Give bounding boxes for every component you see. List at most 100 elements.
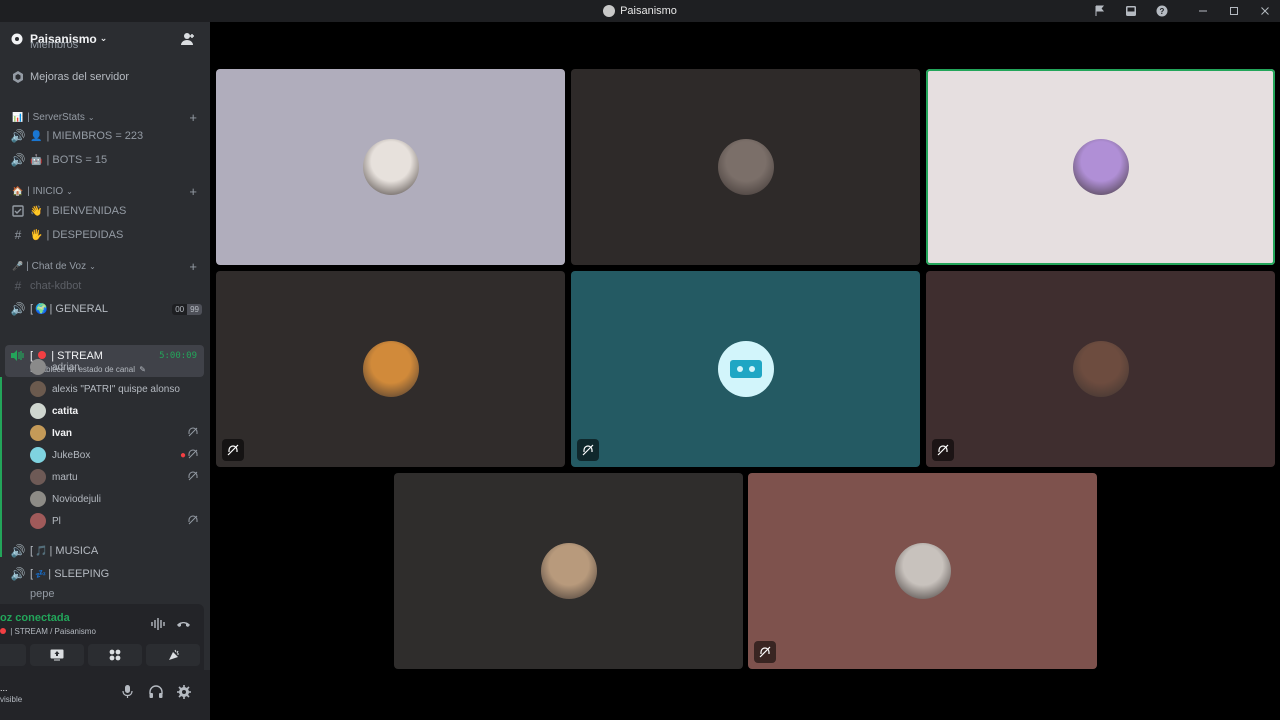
channel-miembros-clipped[interactable]: Miembros xyxy=(0,42,210,56)
hashtag-icon: # xyxy=(14,228,22,242)
boost-icon xyxy=(11,70,25,84)
person-icon: 👤 xyxy=(30,130,43,142)
participant-tile[interactable] xyxy=(571,69,920,265)
channel-miembros-count[interactable]: 🔊 👤 | MIEMBROS = 223 xyxy=(0,125,210,147)
minimize-icon[interactable] xyxy=(1187,0,1218,22)
server-icon xyxy=(603,5,616,17)
deafened-icon xyxy=(932,439,954,461)
headphones-icon[interactable] xyxy=(149,685,163,701)
channel-sidebar: Paisanismo ⌄ Miembros Mejoras del servid… xyxy=(0,22,210,720)
people-icon xyxy=(11,42,25,56)
cassette-icon xyxy=(717,341,774,397)
server-boost-item[interactable]: Mejoras del servidor xyxy=(0,66,210,88)
username[interactable]: ... xyxy=(0,683,8,693)
voice-member[interactable]: JukeBox ● xyxy=(30,445,205,465)
voice-member[interactable]: adrian xyxy=(30,357,205,377)
window-title: Paisanismo xyxy=(603,5,677,17)
zzz-icon: 💤 xyxy=(35,568,47,579)
user-limit-pill: 00 99 xyxy=(172,303,202,315)
disconnect-icon[interactable] xyxy=(176,618,191,633)
window-title-text: Paisanismo xyxy=(620,5,677,17)
flag-icon[interactable] xyxy=(1084,0,1115,22)
voice-location[interactable]: | STREAM / Paisanismo xyxy=(0,627,96,636)
add-channel-icon[interactable]: + xyxy=(189,184,197,199)
channel-label: chat-kdbot xyxy=(30,280,82,292)
screen-share-icon xyxy=(50,649,64,661)
channel-prefix: [ xyxy=(30,568,34,580)
svg-text:?: ? xyxy=(1159,7,1164,16)
microphone-icon[interactable] xyxy=(122,685,133,701)
close-icon[interactable] xyxy=(1249,0,1280,22)
participant-avatar xyxy=(362,341,419,397)
participant-avatar xyxy=(1072,139,1129,195)
voice-member[interactable]: Noviodejuli xyxy=(30,489,205,509)
channel-bienvenidas[interactable]: 👋 | BIENVENIDAS xyxy=(0,200,210,222)
channel-label: | GENERAL xyxy=(49,303,109,315)
avatar xyxy=(30,447,46,463)
channel-bots-count[interactable]: 🔊 🤖 | BOTS = 15 xyxy=(0,149,210,171)
channel-sleeping[interactable]: 🔊 [ 💤 | SLEEPING xyxy=(0,563,210,585)
participant-avatar xyxy=(1072,341,1129,397)
inbox-icon[interactable] xyxy=(1115,0,1146,22)
voice-status[interactable]: oz conectada xyxy=(0,612,70,624)
voice-member[interactable]: Pl xyxy=(30,511,205,531)
participant-tile[interactable] xyxy=(216,271,565,467)
category-inicio[interactable]: 🏠 | INICIO ⌄ + xyxy=(0,182,210,200)
maximize-icon[interactable] xyxy=(1218,0,1249,22)
screen-share-button[interactable] xyxy=(30,644,84,666)
music-note-icon: 🎵 xyxy=(35,545,48,557)
channel-label: | MUSICA xyxy=(49,545,99,557)
participant-avatar xyxy=(717,139,774,195)
globe-icon: 🌍 xyxy=(35,303,48,315)
soundboard-button[interactable] xyxy=(146,644,200,666)
voice-member[interactable]: martu xyxy=(30,467,205,487)
voice-member[interactable]: catita xyxy=(30,401,205,421)
raised-hand-icon: 🖐 xyxy=(30,229,43,241)
participant-tile[interactable] xyxy=(926,69,1275,265)
category-chat-de-voz[interactable]: 🎤 | Chat de Voz ⌄ + xyxy=(0,257,210,275)
speaker-icon: 🔊 xyxy=(10,302,26,316)
category-label: | ServerStats xyxy=(27,111,85,123)
voice-member-name: adrian xyxy=(52,361,80,373)
channel-prefix: [ xyxy=(30,303,34,315)
waving-hand-icon: 👋 xyxy=(30,205,43,217)
camera-button[interactable] xyxy=(0,644,26,666)
add-channel-icon[interactable]: + xyxy=(189,110,197,125)
participant-tile[interactable] xyxy=(926,271,1275,467)
channel-pepe[interactable]: pepe xyxy=(0,587,210,601)
deafened-icon xyxy=(188,449,198,462)
channel-despedidas[interactable]: # 🖐 | DESPEDIDAS xyxy=(0,224,210,246)
noise-suppression-icon[interactable] xyxy=(151,618,166,633)
chevron-down-icon: ⌄ xyxy=(66,186,73,196)
participant-tile[interactable] xyxy=(216,69,565,265)
voice-location-text: | STREAM / Paisanismo xyxy=(10,627,96,636)
participant-tile[interactable] xyxy=(571,271,920,467)
help-icon[interactable]: ? xyxy=(1146,0,1177,22)
voice-member[interactable]: alexis "PATRI" quispe alonso xyxy=(30,379,205,399)
chevron-down-icon: ⌄ xyxy=(89,261,96,271)
voice-member-name: martu xyxy=(52,471,78,483)
category-serverstats[interactable]: 📊 | ServerStats ⌄ + xyxy=(0,108,210,126)
participant-tile[interactable] xyxy=(748,473,1097,669)
voice-connected-icon xyxy=(11,350,25,364)
robot-icon: 🤖 xyxy=(30,154,43,166)
user-limit: 99 xyxy=(187,303,202,315)
red-circle-icon xyxy=(0,628,6,634)
rules-channel-icon xyxy=(11,204,25,218)
channel-label: | SLEEPING xyxy=(48,568,110,580)
hashtag-icon xyxy=(11,587,25,601)
add-channel-icon[interactable]: + xyxy=(189,259,197,274)
channel-label: | MIEMBROS = 223 xyxy=(46,130,144,142)
voice-member-name: alexis "PATRI" quispe alonso xyxy=(52,383,180,395)
activities-button[interactable] xyxy=(88,644,142,666)
category-label: | INICIO xyxy=(27,185,64,197)
category-label: | Chat de Voz xyxy=(26,260,87,272)
channel-label: pepe xyxy=(30,588,55,600)
participant-tile[interactable] xyxy=(394,473,743,669)
participant-avatar xyxy=(362,139,419,195)
voice-member[interactable]: Ivan xyxy=(30,423,205,443)
channel-general[interactable]: 🔊 [ 🌍 | GENERAL 00 99 xyxy=(0,298,210,320)
settings-gear-icon[interactable] xyxy=(177,685,191,702)
channel-chat-kdbot[interactable]: # chat-kdbot xyxy=(0,275,210,297)
channel-musica[interactable]: 🔊 [ 🎵 | MUSICA xyxy=(0,540,210,562)
